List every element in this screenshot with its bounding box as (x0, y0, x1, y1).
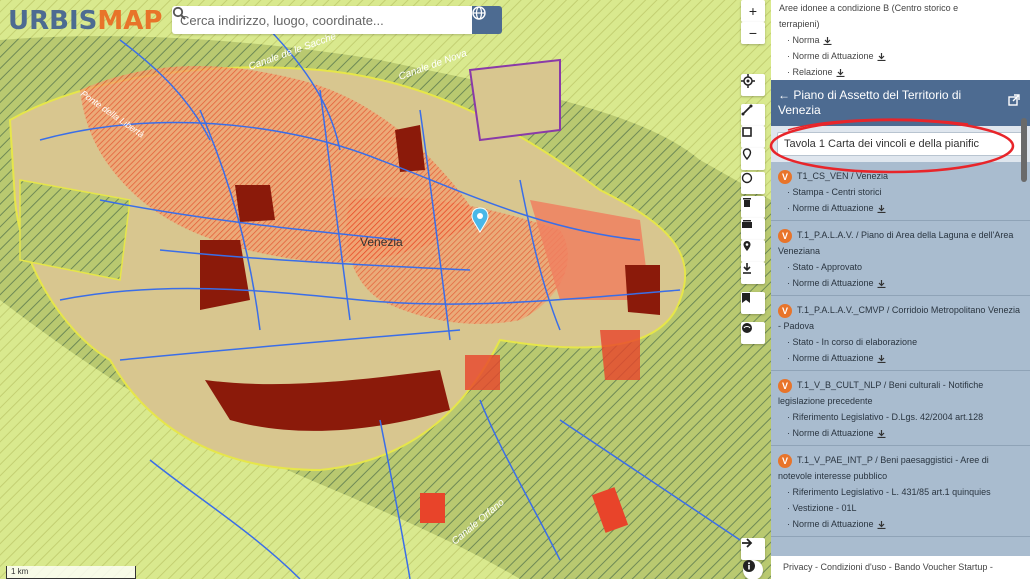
draw-marker-button[interactable] (741, 148, 765, 170)
info-button[interactable] (743, 560, 763, 579)
cemetery-island (468, 58, 561, 142)
globe-icon (472, 6, 486, 20)
measure-area-button[interactable] (741, 126, 765, 148)
layer-item[interactable]: V T.1_V_B_CULT_NLP / Beni culturali - Not… (771, 371, 1030, 446)
map-view[interactable]: Venezia Canale de le Sacche Ponte della … (0, 0, 771, 579)
globe-button[interactable] (472, 6, 502, 34)
red-annotation-circle (769, 118, 1015, 174)
layer-sub: · Stato - Approvato (787, 262, 863, 272)
globe-layers-icon (742, 323, 752, 333)
layer-sub: · Riferimento Legislativo - D.Lgs. 42/20… (787, 412, 984, 422)
download-icon (877, 429, 886, 438)
vincolo-badge: V (778, 228, 792, 243)
polygon-icon (742, 127, 752, 137)
layer-title: T.1_V_PAE_INT_P / Beni paesaggistici - A… (778, 455, 989, 481)
footer-links[interactable]: Privacy - Condizioni d'uso - Bando Vouch… (771, 556, 1030, 579)
crosshair-icon (741, 74, 755, 88)
layer-sub[interactable]: · Stampa - Centri storici (778, 184, 1022, 200)
dark-red-parcel (395, 125, 425, 172)
top-line: Aree idonee a condizione B (Centro stori… (779, 3, 959, 13)
download-icon (877, 204, 886, 213)
external-link-icon[interactable] (1008, 94, 1020, 106)
download-button[interactable] (741, 262, 765, 284)
layer-title: T.1_V_B_CULT_NLP / Beni culturali - Noti… (778, 380, 984, 406)
layer-title: T.1_P.A.L.A.V._CMVP / Corridoio Metropol… (778, 305, 1020, 331)
plan-title: ← Piano di Assetto del Territorio di Ven… (778, 88, 962, 117)
logo-text-1: URBIS (8, 6, 98, 36)
logo-text-2: MAP (97, 6, 163, 36)
layer-sub: · Stato - In corso di elaborazione (787, 337, 918, 347)
vincolo-badge: V (778, 303, 792, 318)
download-icon (823, 36, 832, 45)
dark-red-parcel (625, 265, 660, 315)
layer-sub: · Vestizione - 01L (787, 503, 857, 513)
bookmark-button[interactable] (741, 292, 765, 314)
building-icon (742, 220, 752, 228)
search-input[interactable]: Cerca indirizzo, luogo, coordinate... (172, 6, 472, 34)
top-line: terrapieni) (779, 19, 820, 29)
urbismap-logo[interactable]: URBISMAP (8, 6, 162, 36)
red-parcel (420, 493, 445, 523)
draw-circle-button[interactable] (741, 172, 765, 194)
zoom-out-button[interactable]: − (741, 22, 765, 44)
geolocate-button[interactable] (741, 74, 765, 96)
layer-sub[interactable]: · Norme di Attuazione (778, 425, 1022, 441)
buildings-button[interactable] (741, 218, 765, 240)
info-panel: Aree idonee a condizione B (Centro stori… (771, 0, 1030, 579)
collapse-panel-button[interactable] (741, 538, 765, 560)
bookmark-icon (742, 293, 750, 303)
ruler-line-icon (741, 104, 753, 116)
link-relazione[interactable]: · Relazione (779, 64, 1022, 80)
circle-icon (741, 172, 753, 184)
panel-scrollbar[interactable] (1021, 118, 1027, 182)
download-icon (877, 279, 886, 288)
download-icon (877, 52, 886, 61)
download-icon (877, 354, 886, 363)
zoom-in-button[interactable]: + (741, 0, 765, 22)
vincolo-badge: V (778, 378, 792, 393)
place-label: Venezia (360, 235, 403, 249)
download-icon (743, 263, 751, 274)
link-label: · Norma (787, 35, 820, 45)
arrow-right-icon (742, 538, 753, 548)
measure-line-button[interactable] (741, 104, 765, 126)
delete-button[interactable] (741, 196, 765, 218)
layer-sub[interactable]: · Norme di Attuazione (778, 350, 1022, 366)
info-icon (743, 560, 755, 572)
link-norme-attuazione[interactable]: · Norme di Attuazione (779, 48, 1022, 64)
layer-sub[interactable]: · Norme di Attuazione (778, 200, 1022, 216)
vincolo-badge: V (778, 453, 792, 468)
red-parcel (600, 330, 640, 380)
scale-bar: 1 km (6, 566, 136, 579)
map-canvas[interactable]: Venezia Canale de le Sacche Ponte della … (0, 0, 771, 579)
layers-button[interactable] (741, 322, 765, 344)
download-icon (836, 68, 845, 77)
map-pin-icon (743, 241, 751, 251)
link-norma[interactable]: · Norma (779, 32, 1022, 48)
layer-title: T.1_P.A.L.A.V. / Piano di Area della Lag… (778, 230, 1014, 256)
search-placeholder: Cerca indirizzo, luogo, coordinate... (180, 12, 384, 28)
layer-sub[interactable]: · Norme di Attuazione (778, 516, 1022, 532)
previous-plan-section: Aree idonee a condizione B (Centro stori… (771, 0, 1030, 80)
trash-icon (743, 198, 751, 207)
place-marker-button[interactable] (741, 240, 765, 262)
layer-sub[interactable]: · Norme di Attuazione (778, 275, 1022, 291)
dark-red-parcel (235, 185, 275, 222)
search-icon (172, 6, 186, 20)
layer-sub: · Riferimento Legislativo - L. 431/85 ar… (787, 487, 991, 497)
layer-item[interactable]: V T.1_P.A.L.A.V. / Piano di Area della La… (771, 221, 1030, 296)
download-icon (877, 520, 886, 529)
pin-outline-icon (742, 148, 752, 160)
layer-item[interactable]: V T.1_P.A.L.A.V._CMVP / Corridoio Metropo… (771, 296, 1030, 371)
link-label: · Relazione (787, 67, 833, 77)
red-parcel (465, 355, 500, 390)
layer-item[interactable]: V T.1_V_PAE_INT_P / Beni paesaggistici - … (771, 446, 1030, 537)
link-label: · Norme di Attuazione (787, 51, 874, 61)
